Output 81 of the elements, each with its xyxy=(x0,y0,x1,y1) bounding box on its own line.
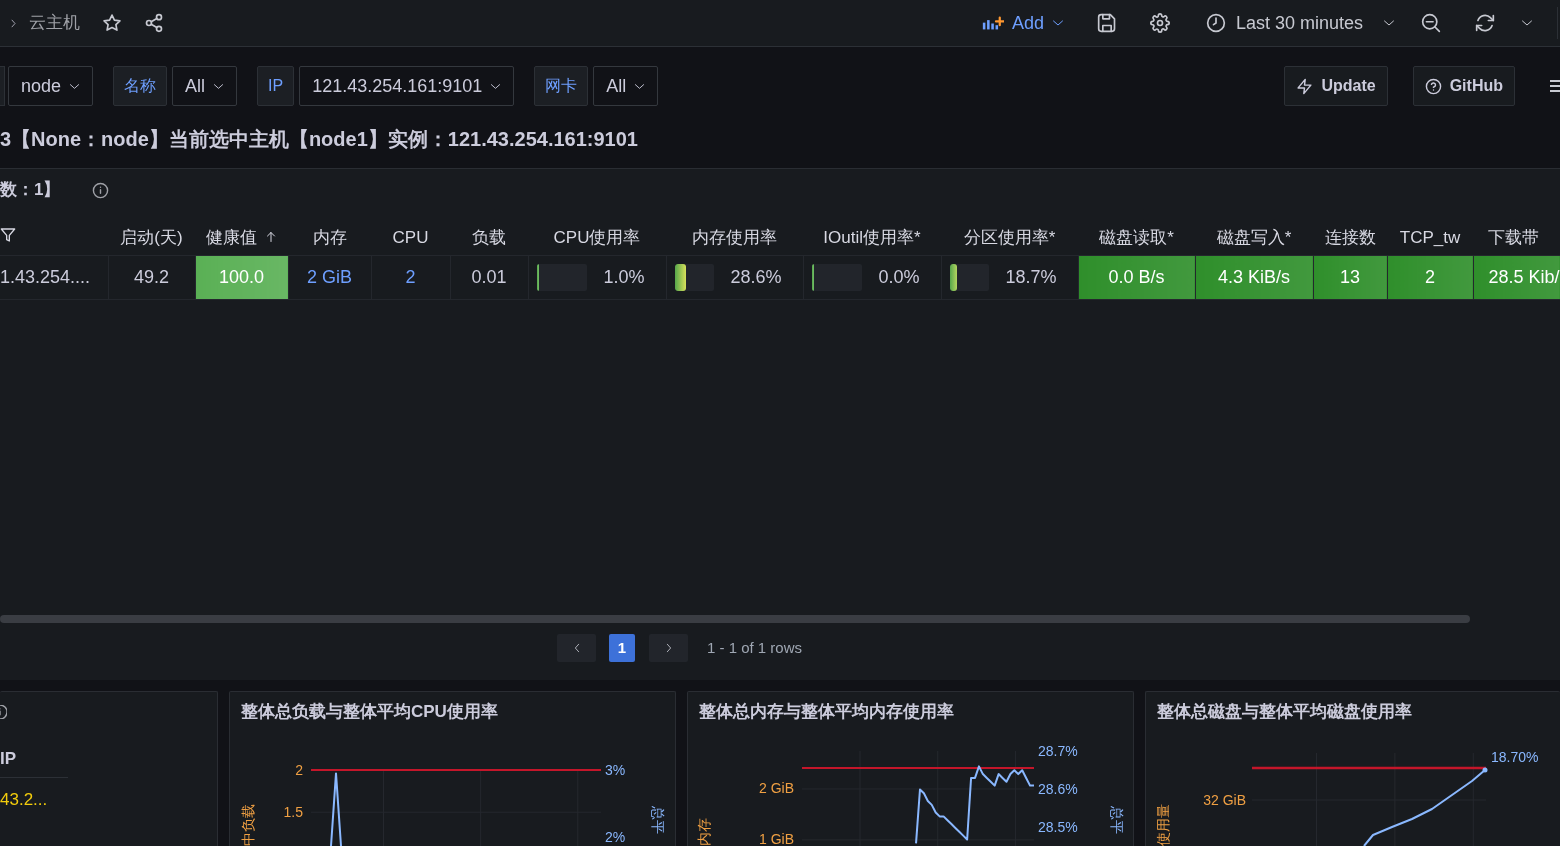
axis-tick-label: 18.70% xyxy=(1491,750,1539,764)
column-header[interactable]: 磁盘写入* xyxy=(1195,220,1313,255)
gauge-value: 18.7% xyxy=(1005,265,1057,289)
table-cell: 28.5 Kib/ xyxy=(1473,255,1560,299)
column-header[interactable]: 内存 xyxy=(288,220,371,255)
y-axis-title: 中负载 xyxy=(241,804,255,846)
toolbar-button[interactable]: GitHub xyxy=(1412,66,1515,106)
horizontal-scrollbar[interactable] xyxy=(0,615,1470,623)
table-cell: 2 xyxy=(1387,255,1473,299)
star-icon xyxy=(102,13,122,33)
share-icon xyxy=(144,13,164,33)
axis-tick-label: 1 GiB xyxy=(759,833,794,846)
zoom-out-icon xyxy=(1421,13,1441,33)
column-header[interactable]: CPU使用率 xyxy=(528,220,666,255)
column-header[interactable]: 内存使用率 xyxy=(666,220,803,255)
column-header[interactable]: TCP_tw xyxy=(1387,220,1473,255)
refresh-icon xyxy=(1475,13,1495,33)
toolbar-button[interactable]: Update xyxy=(1284,66,1388,106)
variable-label: 名称 xyxy=(113,66,168,106)
clock-icon xyxy=(1205,13,1226,33)
gauge-value: 0.0% xyxy=(878,265,920,289)
y-axis-title: 总平 xyxy=(651,806,665,834)
table-cell: 2 xyxy=(371,255,450,299)
add-button[interactable]: Add xyxy=(973,7,1072,39)
variable-dropdown[interactable]: node xyxy=(8,66,94,106)
table-cell: 4.3 KiB/s xyxy=(1195,255,1313,299)
breadcrumb-item: 云主机 xyxy=(29,12,80,35)
gauge-value: 28.6% xyxy=(730,265,782,289)
menu-icon[interactable] xyxy=(1550,79,1560,93)
column-header[interactable]: 分区使用率* xyxy=(941,220,1078,255)
column-header[interactable]: 下载带 xyxy=(1473,220,1560,255)
settings-icon xyxy=(1149,13,1170,33)
table-cell: 1.43.254.... xyxy=(0,255,108,299)
table-cell-text: 43.2... xyxy=(0,790,49,810)
lightning-icon xyxy=(1296,77,1314,95)
axis-tick-label: 28.5% xyxy=(1038,821,1078,835)
column-header[interactable]: 磁盘读取* xyxy=(1078,220,1195,255)
help-icon xyxy=(1424,77,1442,95)
column-header[interactable]: IOutil使用率* xyxy=(803,220,941,255)
axis-tick-label: 3% xyxy=(605,763,626,777)
table-cell: 2 GiB xyxy=(288,255,371,299)
pagination-summary: 1 - 1 of 1 rows xyxy=(707,637,803,658)
axis-tick-label: 28.6% xyxy=(1038,782,1078,796)
time-range-picker[interactable]: Last 30 minutes xyxy=(1197,7,1403,39)
axis-tick-label: 28.7% xyxy=(1038,744,1078,758)
axis-tick-label: 1.5 xyxy=(283,805,303,819)
row-title[interactable]: 3【None：node】当前选中主机【node1】实例：121.43.254.161:9101 xyxy=(0,125,1560,153)
variable-dropdown[interactable]: All xyxy=(172,66,238,106)
variable-dropdown[interactable]: 121.43.254.161:9101 xyxy=(299,66,515,106)
variable-label: 网卡 xyxy=(534,66,589,106)
table-cell: 100.0 xyxy=(195,255,288,299)
table-cell: 0.0 B/s xyxy=(1078,255,1195,299)
page-button[interactable]: 1 xyxy=(609,634,635,662)
panel-title: 数：1】 xyxy=(0,179,61,202)
gauge-value: 1.0% xyxy=(603,265,645,289)
column-header[interactable]: 健康值 xyxy=(195,220,288,255)
variable-dropdown[interactable]: All xyxy=(593,66,659,106)
axis-tick-label: 2% xyxy=(605,831,626,845)
info-icon xyxy=(0,705,7,719)
column-header[interactable]: 连接数 xyxy=(1313,220,1387,255)
y-axis-title: 总平 xyxy=(1110,806,1124,834)
table-cell: 13 xyxy=(1313,255,1387,299)
info-icon xyxy=(92,181,110,199)
panel-title: 整体总负载与整体平均CPU使用率 xyxy=(240,701,499,723)
chart-plus-icon xyxy=(981,14,1004,32)
y-axis-title: 使用量 xyxy=(1156,804,1170,846)
variable-label: IP xyxy=(257,66,295,106)
y-axis-title: 内存 xyxy=(697,818,711,846)
axis-tick-label: 2 GiB xyxy=(759,782,794,796)
table-cell: 49.2 xyxy=(108,255,195,299)
axis-tick-label: 32 GiB xyxy=(1203,793,1246,807)
column-header[interactable]: 负载 xyxy=(450,220,528,255)
table-cell: 0.01 xyxy=(450,255,528,299)
axis-tick-label: 2 xyxy=(295,763,303,777)
column-header[interactable]: CPU xyxy=(371,220,450,255)
column-header[interactable]: 启动(天) xyxy=(108,220,195,255)
column-header[interactable]: IP xyxy=(0,749,68,778)
panel-title: 整体总内存与整体平均内存使用率 xyxy=(698,701,955,723)
panel-title: 整体总磁盘与整体平均磁盘使用率 xyxy=(1156,701,1413,723)
filter-icon[interactable] xyxy=(0,226,16,243)
variable-label xyxy=(0,66,5,106)
